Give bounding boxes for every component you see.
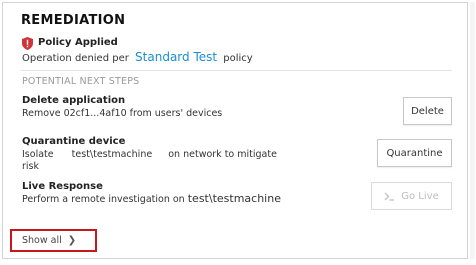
- delete-button[interactable]: Delete: [403, 97, 452, 125]
- quarantine-device-title: Quarantine device: [22, 136, 126, 147]
- quarantine-button[interactable]: Quarantine: [377, 139, 452, 167]
- shield-alert-icon: [22, 37, 33, 50]
- quarantine-device-description: Isolate test\testmachine on network to m…: [22, 149, 362, 173]
- next-steps-label: POTENTIAL NEXT STEPS: [22, 76, 140, 87]
- go-live-button[interactable]: Go Live: [371, 182, 452, 210]
- remediation-title: REMEDIATION: [21, 13, 126, 28]
- policy-description: Operation denied per Standard Test polic…: [22, 50, 253, 64]
- show-all-link[interactable]: Show all ❯: [22, 235, 76, 246]
- policy-prefix: Operation denied per: [22, 53, 129, 64]
- quarantine-desc-line2: risk: [22, 161, 39, 172]
- section-divider: [21, 70, 452, 71]
- live-response-desc-prefix: Perform a remote investigation on: [22, 194, 185, 205]
- terminal-icon: [384, 192, 395, 201]
- live-response-title: Live Response: [22, 181, 103, 192]
- policy-link[interactable]: Standard Test: [132, 50, 220, 64]
- show-all-label: Show all: [22, 235, 62, 246]
- scrollbar[interactable]: [470, 2, 475, 259]
- quarantine-device-name: test\testmachine: [71, 149, 153, 160]
- quarantine-desc-prefix: Isolate: [22, 149, 54, 160]
- go-live-label: Go Live: [401, 190, 439, 202]
- delete-application-title: Delete application: [22, 95, 126, 106]
- quarantine-desc-suffix: on network to mitigate: [168, 149, 277, 160]
- live-response-description: Perform a remote investigation on test\t…: [22, 193, 352, 206]
- policy-applied-title: Policy Applied: [38, 37, 118, 48]
- chevron-right-icon: ❯: [67, 235, 77, 246]
- live-response-device-name: test\testmachine: [187, 192, 281, 205]
- delete-application-description: Remove 02cf1...4af10 from users' devices: [22, 108, 223, 119]
- policy-suffix: policy: [223, 53, 253, 64]
